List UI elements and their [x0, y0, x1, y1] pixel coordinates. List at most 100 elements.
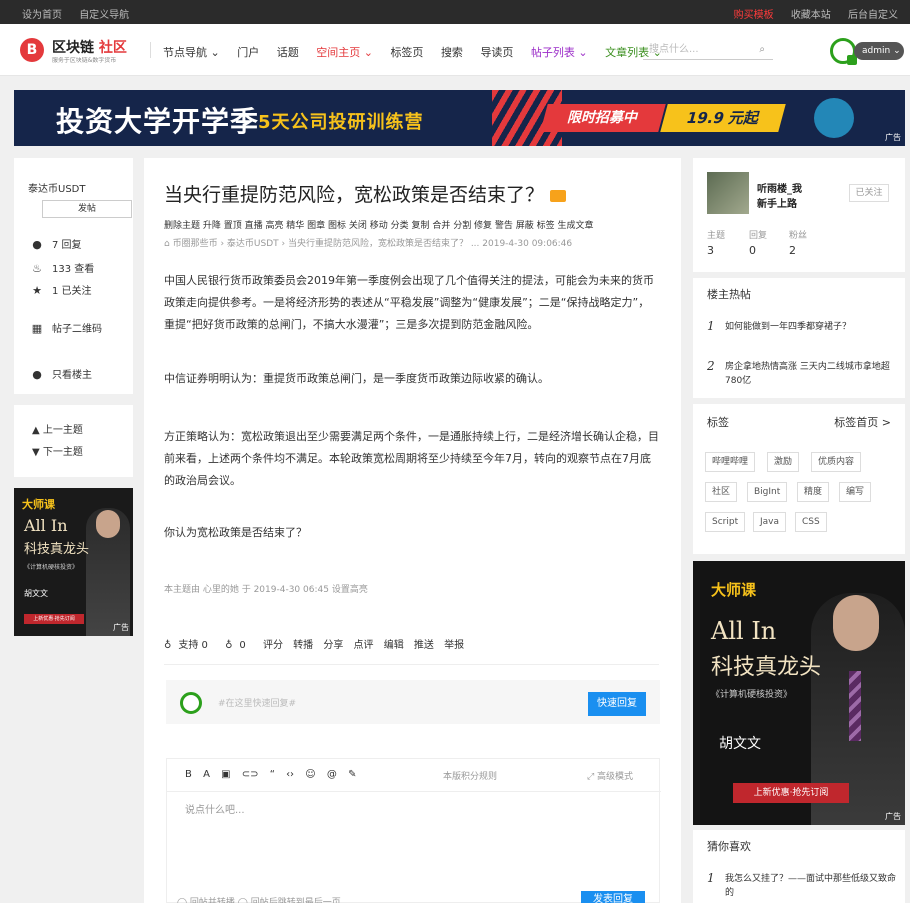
hot-thread-item[interactable]: 2 房企拿地热情高涨 三天内二线城市拿地超780亿 [707, 359, 897, 388]
home-icon[interactable]: ⌂ [164, 239, 170, 249]
view-count: ♨ 133 查看 [30, 260, 94, 275]
stat-label: 回复 [749, 231, 768, 241]
reply-options[interactable]: ◯ 回帖并转播 ◯ 回帖后跳转到最后一页 [177, 895, 341, 903]
tags-home-link[interactable]: 标签首页 > [834, 414, 891, 430]
link-icon[interactable]: ⊂⊃ [242, 769, 259, 780]
tag-item[interactable]: 编写 [839, 482, 872, 502]
board-name[interactable]: 泰达币USDT [28, 180, 85, 195]
oppose-text: 0 [239, 640, 246, 651]
only-author-link[interactable]: ● 只看楼主 [30, 366, 92, 381]
guess-title-text: 我怎么又挂了？——面试中那些低级又致命的 [725, 874, 897, 898]
bold-icon[interactable]: B [185, 769, 192, 780]
next-thread-link[interactable]: ▼ 下一主题 [32, 443, 83, 458]
author-level: 新手上路 [757, 199, 797, 210]
site-logo-text[interactable]: 区块链 社区 [52, 37, 127, 57]
rate-button[interactable]: 评分 [263, 640, 283, 651]
moderation-links[interactable]: 删除主题 升降 置顶 直播 高亮 精华 图章 图标 关闭 移动 分类 复制 合并… [164, 218, 594, 231]
author-hot-threads: 楼主热帖 1 如何能做到一年四季都穿裙子？ 2 房企拿地热情高涨 三天内二线城市拿地… [693, 278, 905, 398]
author-name[interactable]: 听雨楼_我 [757, 180, 802, 195]
post-paragraph: 中国人民银行货币政策委员会2019年第一季度例会出现了几个值得关注的提法，可能会… [164, 274, 654, 331]
push-button[interactable]: 推送 [414, 640, 434, 651]
tag-item[interactable]: 精度 [797, 482, 830, 502]
follow-button[interactable]: 已关注 [849, 184, 889, 202]
quick-reply-button[interactable]: 快速回复 [588, 692, 646, 716]
thumb-up-icon: ♁ [164, 640, 172, 651]
stat-value[interactable]: 0 [749, 244, 756, 257]
ad-line2: 科技真龙头 [711, 655, 822, 680]
edit-button[interactable]: 编辑 [384, 640, 404, 651]
hot-badge-icon [550, 189, 567, 202]
nav-thread-list[interactable]: 帖子列表 ⌄ [531, 46, 588, 59]
attachment-icon[interactable]: ✎ [348, 769, 356, 780]
ad-line1: All In [24, 516, 68, 535]
nav-node-nav[interactable]: 节点导航 ⌄ [163, 46, 220, 59]
tag-item[interactable]: BigInt [747, 482, 788, 502]
author-avatar[interactable] [707, 172, 749, 214]
image-icon[interactable]: ▣ [221, 769, 230, 780]
thread-nav-panel: ▲ 上一主题 ▼ 下一主题 [14, 405, 133, 477]
report-button[interactable]: 举报 [444, 640, 464, 651]
qrcode-link[interactable]: ▦ 帖子二维码 [30, 320, 102, 335]
new-post-button[interactable]: 发帖 [42, 200, 132, 218]
tag-item[interactable]: Java [753, 512, 787, 532]
tag-item[interactable]: 激励 [767, 452, 800, 472]
breadcrumb-text[interactable]: 币圈那些币 › 泰达币USDT › 当央行重提防范风险，宽松政策是否结束了？ .… [173, 239, 573, 249]
stat-value[interactable]: 3 [707, 244, 714, 257]
editor-divider [167, 791, 661, 792]
left-ad[interactable]: 大师课 All In 科技真龙头 《计算机硬核投资》 胡文文 上新优惠·抢先订阅… [14, 488, 133, 636]
tag-item[interactable]: CSS [795, 512, 827, 532]
share-button[interactable]: 分享 [323, 640, 343, 651]
font-color-icon[interactable]: A [203, 769, 210, 780]
tag-item[interactable]: 优质内容 [811, 452, 862, 472]
site-slogan: 服务于区块链&数字货币 [52, 56, 117, 64]
repost-button[interactable]: 转播 [293, 640, 313, 651]
hot-thread-item[interactable]: 1 如何能做到一年四季都穿裙子？ [707, 319, 897, 334]
ad-brand: 大师课 [711, 581, 757, 599]
follow-count[interactable]: ★ 1 已关注 [30, 282, 91, 297]
nav-topics[interactable]: 话题 [277, 46, 299, 59]
emoji-icon[interactable]: ☺ [305, 769, 315, 780]
nav-portal[interactable]: 门户 [237, 46, 259, 59]
submit-reply-button[interactable]: 发表回复 [581, 891, 645, 903]
comment-button[interactable]: 点评 [354, 640, 374, 651]
reply-textarea[interactable]: 说点什么吧... [185, 801, 245, 816]
admin-custom-link[interactable]: 后台自定义 [848, 10, 898, 21]
user-avatar[interactable] [830, 38, 857, 65]
nav-guide[interactable]: 导读页 [480, 46, 513, 59]
hot-thread-title: 如何能做到一年四季都穿裙子？ [725, 322, 852, 332]
buy-template-link[interactable]: 购买模板 [734, 10, 774, 21]
prev-thread-text: 上一主题 [42, 425, 83, 436]
search-input[interactable]: 搜点什么... ⌕ [643, 40, 773, 60]
credit-rules-link[interactable]: 本版积分规则 [443, 769, 497, 782]
set-homepage-link[interactable]: 设为首页 [22, 10, 62, 21]
logo-icon[interactable]: B [20, 38, 44, 62]
nav-search[interactable]: 搜索 [441, 46, 463, 59]
thumb-down-icon: ♁ [225, 640, 233, 651]
right-ad[interactable]: 大师课 All In 科技真龙头 《计算机硬核投资》 胡文文 上新优惠·抢先订阅… [693, 561, 905, 825]
nav-space-home[interactable]: 空间主页 ⌄ [316, 46, 373, 59]
hot-thread-title: 房企拿地热情高涨 三天内二线城市拿地超780亿 [725, 362, 890, 386]
nav-tags[interactable]: 标签页 [390, 46, 423, 59]
tag-item[interactable]: 社区 [705, 482, 738, 502]
mention-icon[interactable]: @ [327, 769, 337, 780]
guess-item[interactable]: 1 我怎么又挂了？——面试中那些低级又致命的 [707, 871, 897, 900]
user-menu-button[interactable]: admin ⌄ [854, 42, 904, 60]
support-button[interactable]: ♁ 支持 0 [164, 640, 215, 651]
hot-thread-number: 2 [707, 359, 715, 373]
top-banner-ad[interactable]: 投资大学开学季 5天公司投研训练营 限时招募中 19.9 元起 广告 [14, 90, 905, 146]
quote-icon[interactable]: “ [270, 769, 275, 780]
oppose-button[interactable]: ♁ 0 [225, 640, 253, 651]
advanced-mode-link[interactable]: ⤢ 高级模式 [587, 769, 633, 782]
code-icon[interactable]: ‹› [286, 769, 294, 780]
tag-item[interactable]: Script [705, 512, 746, 532]
logo-name-a: 区块链 [52, 40, 94, 56]
thread-main: 当央行重提防范风险，宽松政策是否结束了？ 删除主题 升降 置顶 直播 高亮 精华… [144, 158, 681, 903]
tag-item[interactable]: 哔哩哔哩 [705, 452, 756, 472]
bookmark-link[interactable]: 收藏本站 [791, 10, 831, 21]
quick-reply-input[interactable]: #在这里快速回复# [218, 696, 296, 709]
search-icon[interactable]: ⌕ [759, 40, 765, 60]
custom-nav-link[interactable]: 自定义导航 [79, 10, 129, 21]
stat-value[interactable]: 2 [789, 244, 796, 257]
prev-thread-link[interactable]: ▲ 上一主题 [32, 421, 83, 436]
reply-count-text: 7 回复 [52, 240, 82, 251]
